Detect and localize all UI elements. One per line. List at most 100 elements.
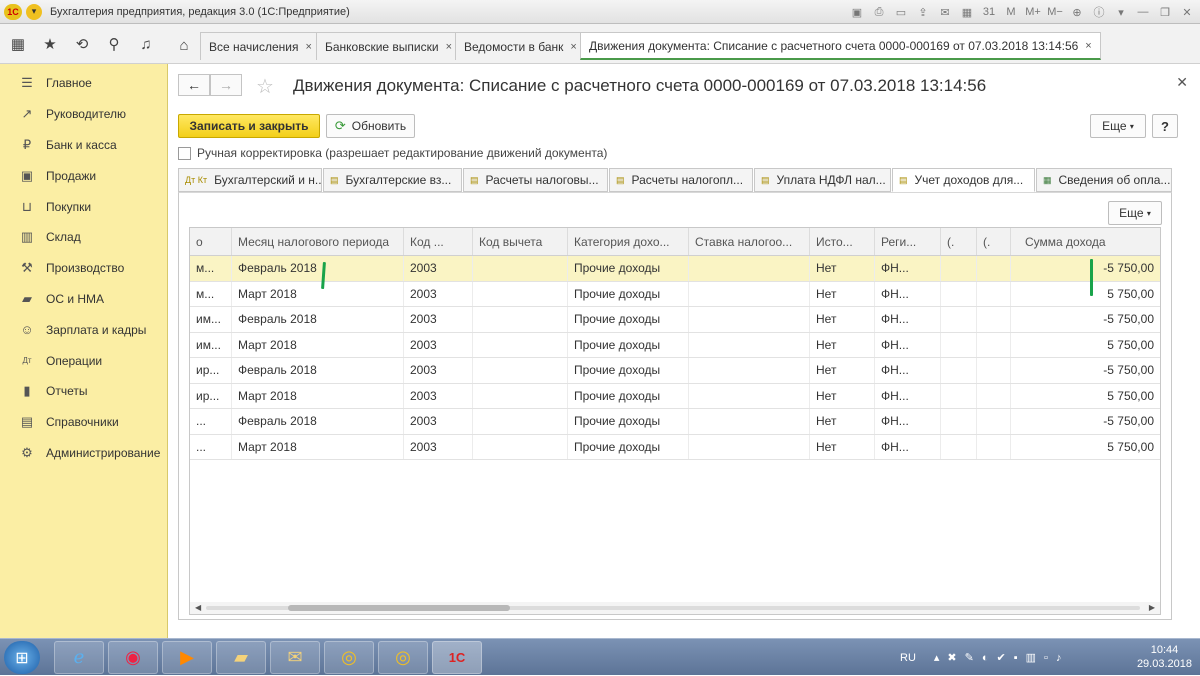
table-row[interactable]: м... Февраль 2018 2003 Прочие доходы Нет ФН..… (190, 256, 1160, 282)
sidebar-item-admin[interactable]: ⚙ Администрирование (0, 438, 167, 469)
subtab-accounting-settlements[interactable]: ▤ Бухгалтерские вз... (323, 168, 462, 192)
close-tab-icon[interactable]: × (446, 41, 452, 53)
subtab-tax-settlements[interactable]: ▤ Расчеты налоговы... (463, 168, 608, 192)
sidebar-item-warehouse[interactable]: ▥ Склад (0, 222, 167, 253)
table-row[interactable]: ... Март 2018 2003 Прочие доходы Нет ФН... 5 7… (190, 434, 1160, 460)
tab-document-movements[interactable]: Движения документа: Списание с расчетног… (580, 32, 1101, 60)
register-grid[interactable]: о Месяц налогового периода Код ... Код в… (189, 227, 1161, 615)
more-button[interactable]: Еще ▾ (1090, 114, 1146, 138)
horizontal-scrollbar[interactable]: ◀ ▶ (190, 602, 1160, 614)
tray-arrow-icon[interactable]: ▴ (934, 651, 940, 664)
help-button[interactable]: ? (1152, 114, 1178, 138)
back-arrow-icon[interactable]: ← (178, 74, 210, 96)
column-header[interactable]: (. (977, 228, 1011, 255)
subtab-taxpayer-settlements[interactable]: ▤ Расчеты налогопл... (609, 168, 753, 192)
tab-all-accruals[interactable]: Все начисления × (200, 32, 321, 60)
tray-app-icon[interactable]: ▫ (1044, 652, 1048, 664)
mail-icon[interactable]: ✉ (936, 3, 954, 21)
home-icon[interactable]: ⌂ (170, 32, 198, 58)
sidebar-item-production[interactable]: ⚒ Производство (0, 253, 167, 284)
tab-bank-statements[interactable]: Банковские выписки × (316, 32, 462, 60)
close-tab-icon[interactable]: × (306, 41, 312, 53)
app-1c-icon[interactable]: ◎ (378, 641, 428, 674)
language-indicator[interactable]: RU (900, 652, 916, 664)
subtab-ndfl-payment[interactable]: ▤ Уплата НДФЛ нал... (754, 168, 891, 192)
sidebar-item-sales[interactable]: ▣ Продажи (0, 160, 167, 191)
subtab-accounting[interactable]: Дт Кт Бухгалтерский и н... (178, 168, 322, 192)
column-header[interactable]: (. (941, 228, 977, 255)
memory-icon[interactable]: M (1002, 3, 1020, 21)
table-row[interactable]: ир... Февраль 2018 2003 Прочие доходы Нет ФН.… (190, 358, 1160, 384)
column-header[interactable]: Реги... (875, 228, 941, 255)
memory-plus-icon[interactable]: M+ (1024, 3, 1042, 21)
column-header[interactable]: Месяц налогового периода (232, 228, 404, 255)
manual-edit-checkbox[interactable] (178, 146, 191, 160)
print-icon[interactable]: ⎙ (870, 3, 888, 21)
app-1c-icon[interactable]: ◎ (324, 641, 374, 674)
subtab-payment-info[interactable]: ▦ Сведения об опла... (1036, 168, 1172, 192)
close-window-icon[interactable]: ✕ (1178, 3, 1196, 21)
favorites-star-icon[interactable]: ★ (40, 34, 60, 54)
search-icon[interactable]: ⚲ (104, 34, 124, 54)
table-row[interactable]: ир... Март 2018 2003 Прочие доходы Нет ФН... 5… (190, 383, 1160, 409)
sidebar-item-catalogs[interactable]: ▤ Справочники (0, 407, 167, 438)
favorite-star-icon[interactable]: ☆ (256, 74, 274, 99)
explorer-icon[interactable]: ▰ (216, 641, 266, 674)
sidebar-item-payroll[interactable]: ☺ Зарплата и кадры (0, 314, 167, 345)
volume-icon[interactable]: ♪ (1056, 652, 1062, 664)
sidebar-item-bank[interactable]: ₽ Банк и касса (0, 130, 167, 161)
preview-icon[interactable]: ▭ (892, 3, 910, 21)
subtab-income-accounting[interactable]: ▤ Учет доходов для... (892, 168, 1035, 192)
info-icon[interactable]: ⓘ (1090, 3, 1108, 21)
zoom-icon[interactable]: ⊕ (1068, 3, 1086, 21)
table-row[interactable]: им... Март 2018 2003 Прочие доходы Нет ФН... 5… (190, 332, 1160, 358)
scroll-right-icon[interactable]: ▶ (1149, 602, 1155, 614)
chrome-icon[interactable]: ◉ (108, 641, 158, 674)
clock[interactable]: 10:44 29.03.2018 (1137, 643, 1192, 671)
1c-logo-icon[interactable]: 1С (4, 3, 22, 20)
upload-icon[interactable]: ⇪ (914, 3, 932, 21)
tray-app-icon[interactable]: ◐ (982, 652, 989, 664)
1c-enterprise-icon[interactable]: 1C (432, 641, 482, 674)
start-button[interactable]: ⊞ (4, 641, 40, 674)
save-icon[interactable]: ▣ (848, 3, 866, 21)
column-header[interactable]: Сумма дохода (1011, 228, 1160, 255)
sidebar-item-reports[interactable]: ▮ Отчеты (0, 376, 167, 407)
column-header[interactable]: Ставка налогоо... (689, 228, 810, 255)
save-and-close-button[interactable]: Записать и закрыть (178, 114, 320, 138)
minimize-icon[interactable]: — (1134, 3, 1152, 21)
table-row[interactable]: м... Март 2018 2003 Прочие доходы Нет ФН... 5 … (190, 281, 1160, 307)
sections-grid-icon[interactable]: ▦ (8, 34, 28, 54)
sidebar-item-assets[interactable]: ▰ ОС и НМА (0, 284, 167, 315)
table-row[interactable]: ... Февраль 2018 2003 Прочие доходы Нет ФН...… (190, 409, 1160, 435)
calendar-icon[interactable]: 31 (980, 3, 998, 21)
tray-app-icon[interactable]: ▪ (1014, 652, 1018, 664)
sidebar-item-manager[interactable]: ↗ Руководителю (0, 99, 167, 130)
column-header[interactable]: Исто... (810, 228, 875, 255)
grid-more-button[interactable]: Еще ▾ (1108, 201, 1162, 225)
network-icon[interactable]: ▥ (1026, 651, 1036, 664)
tray-app-icon[interactable]: ✖ (947, 651, 956, 664)
close-tab-icon[interactable]: × (1085, 40, 1091, 52)
column-header[interactable]: Код ... (404, 228, 473, 255)
calculator-icon[interactable]: ▦ (958, 3, 976, 21)
settings-arrow-icon[interactable]: ▾ (1112, 3, 1130, 21)
table-row[interactable]: им... Февраль 2018 2003 Прочие доходы Нет ФН.… (190, 307, 1160, 333)
tray-app-icon[interactable]: ✎ (965, 651, 974, 664)
tray-app-icon[interactable]: ✔ (997, 651, 1006, 664)
close-tab-icon[interactable]: × (570, 41, 576, 53)
sidebar-item-main[interactable]: ☰ Главное (0, 68, 167, 99)
maximize-icon[interactable]: ❐ (1156, 3, 1174, 21)
outlook-icon[interactable]: ✉ (270, 641, 320, 674)
main-menu-button[interactable]: ▾ (26, 3, 42, 20)
scroll-thumb[interactable] (288, 605, 510, 611)
ie-icon[interactable]: ℯ (54, 641, 104, 674)
column-header[interactable]: Категория дохо... (568, 228, 689, 255)
scroll-left-icon[interactable]: ◀ (195, 602, 201, 614)
column-header[interactable]: о (190, 228, 232, 255)
sidebar-item-operations[interactable]: Дт Операции (0, 345, 167, 376)
close-form-icon[interactable]: ✕ (1176, 74, 1188, 91)
tab-bank-sheets[interactable]: Ведомости в банк × (455, 32, 586, 60)
refresh-button[interactable]: ⟳ Обновить (326, 114, 415, 138)
memory-minus-icon[interactable]: M− (1046, 3, 1064, 21)
